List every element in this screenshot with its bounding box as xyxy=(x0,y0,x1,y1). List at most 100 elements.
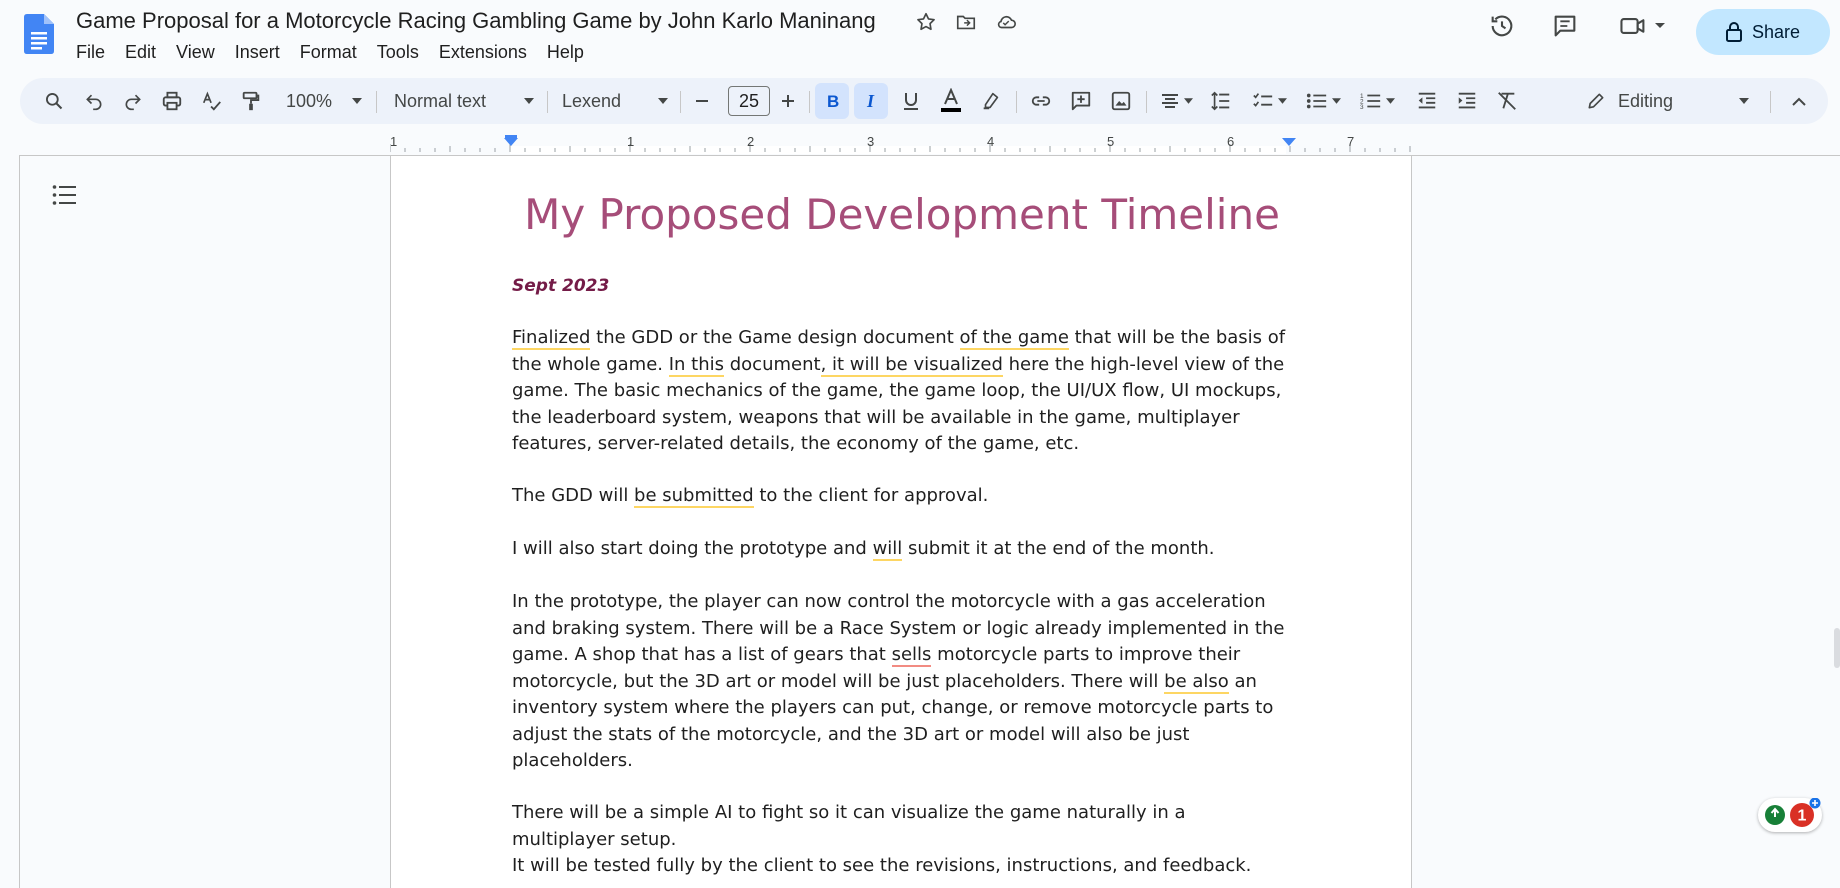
paint-format-icon[interactable] xyxy=(235,78,267,124)
paragraph-text: to the client for approval. xyxy=(753,485,989,506)
chevron-down-icon xyxy=(1277,98,1287,104)
chevron-down-icon xyxy=(1655,23,1665,28)
undo-icon[interactable] xyxy=(78,78,110,124)
grammar-suggestion[interactable]: be submitted xyxy=(634,485,754,508)
redo-icon[interactable] xyxy=(117,78,149,124)
assistant-bubble[interactable]: 1 xyxy=(1758,797,1822,832)
scrollbar-thumb[interactable] xyxy=(1834,628,1840,668)
toolbar-divider xyxy=(1016,91,1017,113)
checklist-icon xyxy=(1252,93,1272,107)
version-history-icon[interactable] xyxy=(1488,12,1516,45)
increase-indent-icon[interactable] xyxy=(1450,78,1484,124)
align-center-icon xyxy=(1161,94,1178,108)
paragraph-5[interactable]: There will be a simple AI to fight so it… xyxy=(512,800,1292,853)
document-title[interactable]: Game Proposal for a Motorcycle Racing Ga… xyxy=(76,8,876,34)
editing-mode-select[interactable]: Editing xyxy=(1586,78,1766,124)
cloud-saved-icon[interactable] xyxy=(994,10,1018,34)
zoom-select[interactable]: 100% xyxy=(282,78,366,124)
bulleted-list-icon xyxy=(1306,93,1326,109)
paragraph-style-value: Normal text xyxy=(394,90,487,111)
chevron-down-icon xyxy=(658,98,668,104)
notification-count: 1 xyxy=(1798,808,1807,825)
search-menus-icon[interactable] xyxy=(38,78,70,124)
menu-extensions[interactable]: Extensions xyxy=(429,40,537,65)
grammar-suggestion[interactable]: of the game xyxy=(959,327,1069,350)
grammar-suggestion[interactable]: Finalized xyxy=(512,327,591,350)
hide-menus-icon[interactable] xyxy=(1784,78,1814,124)
spellcheck-icon[interactable] xyxy=(196,78,228,124)
paragraph-style-select[interactable]: Normal text xyxy=(388,78,540,124)
document-date[interactable]: Sept 2023 xyxy=(512,276,609,296)
font-value: Lexend xyxy=(562,90,622,111)
chevron-down-icon xyxy=(1739,98,1750,104)
insert-link-icon[interactable] xyxy=(1024,78,1058,124)
pencil-icon xyxy=(1588,93,1604,109)
ruler[interactable]: 1 1 2 3 4 5 6 7 xyxy=(390,134,1411,154)
chevron-down-icon xyxy=(352,98,362,104)
paragraph-2[interactable]: The GDD will be submitted to the client … xyxy=(512,483,1292,510)
left-indent-marker[interactable] xyxy=(504,138,518,146)
paragraph-6[interactable]: It will be tested fully by the client to… xyxy=(512,853,1292,880)
paragraph-1[interactable]: Finalized the GDD or the Game design doc… xyxy=(512,325,1292,458)
chevron-down-icon xyxy=(1183,98,1193,104)
grammar-suggestion[interactable]: In this xyxy=(668,353,725,377)
share-button[interactable]: Share xyxy=(1696,9,1830,55)
comments-icon[interactable] xyxy=(1551,12,1579,45)
font-select[interactable]: Lexend xyxy=(556,78,674,124)
move-folder-icon[interactable] xyxy=(954,10,978,34)
highlight-color-icon[interactable] xyxy=(974,78,1008,124)
numbered-list-select[interactable]: 123 xyxy=(1354,78,1400,124)
chevron-down-icon xyxy=(1385,98,1395,104)
insert-image-icon[interactable] xyxy=(1104,78,1138,124)
paragraph-text: The GDD will xyxy=(512,485,635,506)
meet-icon[interactable] xyxy=(1618,12,1666,40)
docs-logo-icon[interactable] xyxy=(24,14,54,54)
italic-button[interactable]: I xyxy=(854,83,888,119)
paragraph-text: document xyxy=(724,353,821,375)
ruler-label: 1 xyxy=(390,134,398,149)
menu-view[interactable]: View xyxy=(166,40,225,65)
add-comment-icon[interactable] xyxy=(1064,78,1098,124)
menu-edit[interactable]: Edit xyxy=(115,40,166,65)
grammar-suggestion[interactable]: will xyxy=(872,538,903,561)
decrease-indent-icon[interactable] xyxy=(1410,78,1444,124)
menu-file[interactable]: File xyxy=(66,40,115,65)
menu-bar: File Edit View Insert Format Tools Exten… xyxy=(66,40,594,65)
svg-text:B: B xyxy=(827,92,839,111)
bulleted-list-select[interactable] xyxy=(1300,78,1346,124)
text-color-button[interactable] xyxy=(934,78,968,124)
document-heading[interactable]: My Proposed Development Timeline xyxy=(512,190,1292,239)
menu-help[interactable]: Help xyxy=(537,40,594,65)
lock-icon xyxy=(1725,22,1742,42)
document-page[interactable]: My Proposed Development Timeline Sept 20… xyxy=(390,155,1412,888)
star-icon[interactable] xyxy=(914,10,938,34)
document-outline-icon[interactable] xyxy=(52,184,76,211)
paragraph-text: the GDD or the Game design document xyxy=(590,327,960,348)
menu-tools[interactable]: Tools xyxy=(367,40,429,65)
header: Game Proposal for a Motorcycle Racing Ga… xyxy=(0,0,1840,72)
line-spacing-icon[interactable] xyxy=(1204,78,1238,124)
menu-insert[interactable]: Insert xyxy=(225,40,290,65)
underline-button[interactable] xyxy=(894,78,928,124)
decrease-font-size-button[interactable] xyxy=(688,78,716,124)
font-size-input[interactable]: 25 xyxy=(728,86,770,116)
align-select[interactable] xyxy=(1154,78,1198,124)
checklist-select[interactable] xyxy=(1246,78,1292,124)
increase-font-size-button[interactable] xyxy=(774,78,802,124)
paragraph-text: submit it at the end of the month. xyxy=(902,538,1215,559)
clear-formatting-icon[interactable] xyxy=(1490,78,1524,124)
ruler-label: 4 xyxy=(987,134,995,149)
right-indent-marker[interactable] xyxy=(1282,138,1296,146)
toolbar-divider xyxy=(1146,91,1147,113)
spelling-suggestion[interactable]: sells xyxy=(891,644,932,667)
toolbar-divider xyxy=(809,91,810,113)
bold-button[interactable]: B xyxy=(815,83,849,119)
editing-mode-value: Editing xyxy=(1618,90,1674,111)
print-icon[interactable] xyxy=(156,78,188,124)
share-label: Share xyxy=(1751,21,1801,42)
menu-format[interactable]: Format xyxy=(290,40,367,65)
paragraph-3[interactable]: I will also start doing the prototype an… xyxy=(512,536,1292,563)
paragraph-4[interactable]: In the prototype, the player can now con… xyxy=(512,589,1292,775)
grammar-suggestion[interactable]: , it will be visualized xyxy=(820,353,1003,377)
grammar-suggestion[interactable]: be also xyxy=(1164,670,1229,694)
